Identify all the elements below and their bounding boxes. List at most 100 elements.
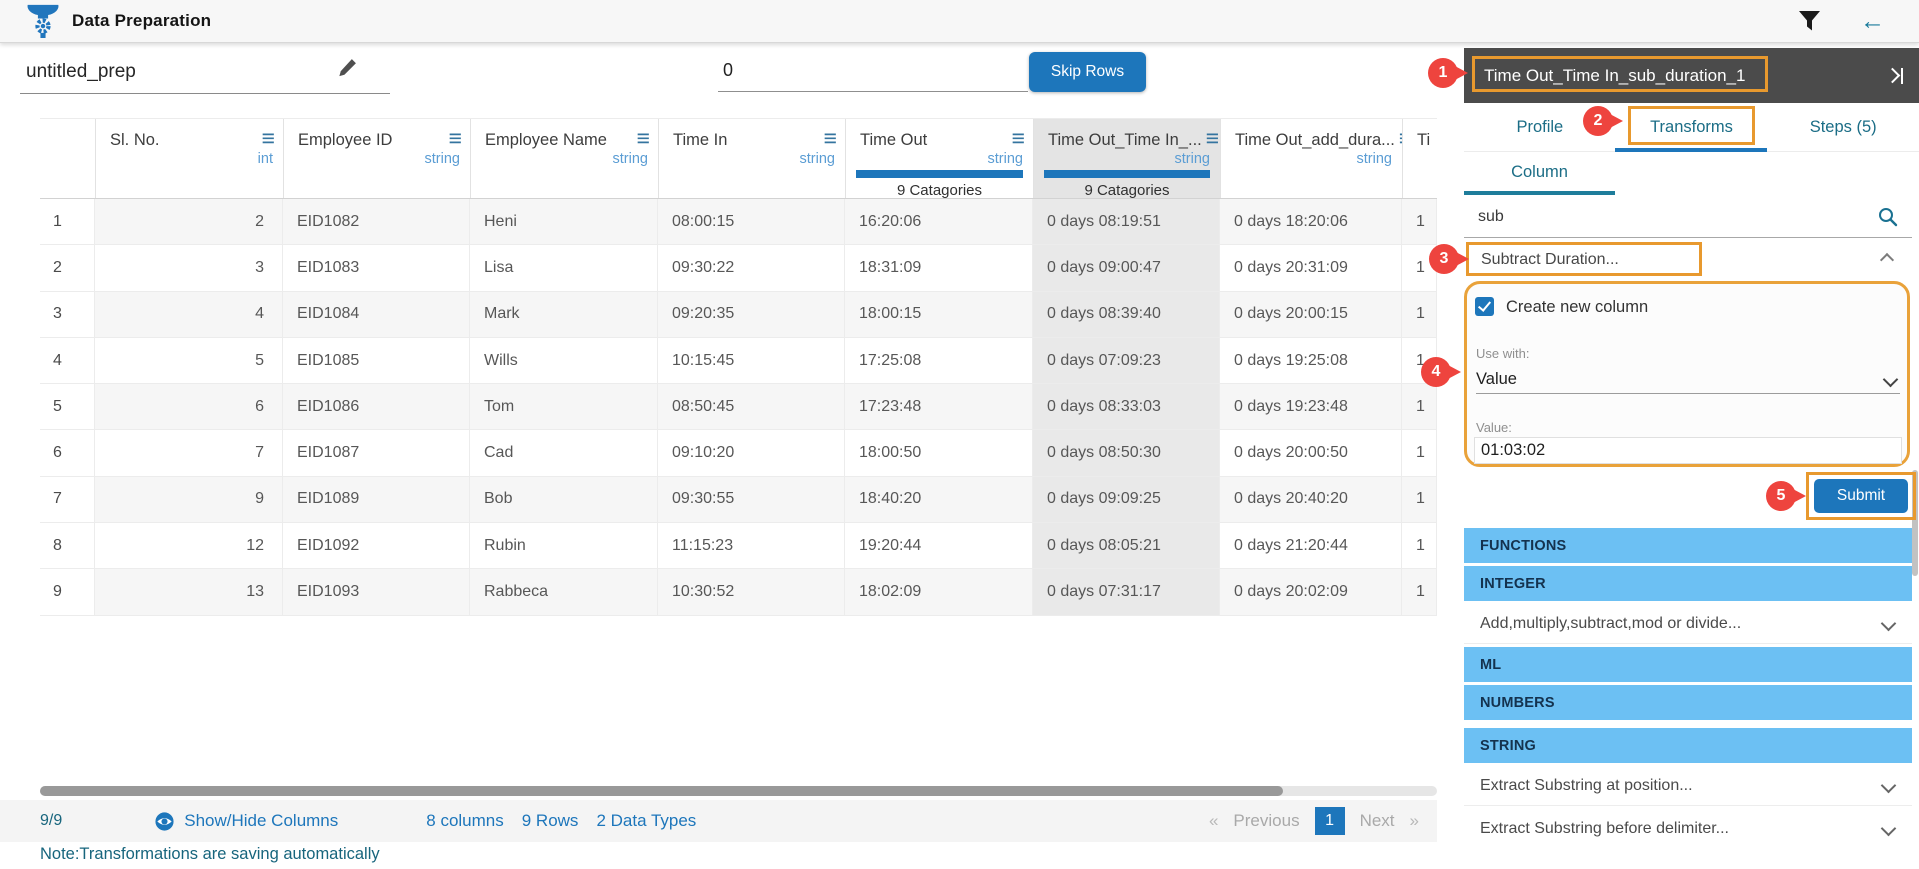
table-cell-time_out_add_dura: 0 days 19:23:48 [1220,384,1402,430]
column-header-time_out[interactable]: Time Out≡string9 Catagories [845,119,1033,198]
transform-item[interactable]: Extract Substring at position... [1464,766,1912,806]
table-cell-employee_id: EID1084 [283,292,470,338]
eye-icon [154,811,175,832]
table-cell-rownum: 6 [40,430,95,476]
table-cell-ti_clipped: 1 [1402,523,1437,569]
column-menu-icon[interactable]: ≡ [262,131,275,146]
column-menu-icon[interactable]: ≡ [824,131,837,146]
use-with-label: Use with: [1476,346,1529,361]
table-cell-employee_id: EID1086 [283,384,470,430]
table-cell-time_out_time_in_sub: 0 days 09:00:47 [1033,245,1220,291]
table-cell-employee_id: EID1092 [283,523,470,569]
table-cell-time_out_add_dura: 0 days 20:00:50 [1220,430,1402,476]
column-distribution-bar [856,170,1023,178]
show-hide-columns-button[interactable]: Show/Hide Columns [154,811,338,832]
column-header-ti_clipped[interactable]: Ti [1402,119,1437,198]
table-cell-time_out_time_in_sub: 0 days 07:31:17 [1033,569,1220,615]
column-header-rownum [40,119,95,198]
transform-item-label: Extract Substring before delimiter... [1480,820,1729,838]
column-header-time_out_time_in_sub[interactable]: Time Out_Time In_...≡string9 Catagories [1033,119,1220,198]
previous-page-button[interactable]: Previous [1233,811,1299,831]
table-cell-employee_name: Mark [470,292,658,338]
create-new-column-checkbox[interactable] [1475,297,1494,316]
panel-header-bar: Time Out_Time In_sub_duration_1 [1464,48,1919,103]
column-header-sl_no[interactable]: Sl. No.≡int [95,119,283,198]
transform-search-input[interactable]: sub [1464,196,1912,238]
panel-scrollbar-thumb[interactable] [1912,470,1918,576]
column-header-name: Employee ID≡ [284,131,470,150]
table-cell-time_out: 17:23:48 [845,384,1033,430]
table-cell-sl_no: 12 [95,523,283,569]
subtract-duration-form: Create new column Use with: Value Value:… [1464,281,1910,467]
transform-item[interactable]: Extract Substring before delimiter... [1464,809,1912,838]
column-header-label: Time Out_add_dura... [1235,131,1395,150]
annotation-balloon-5: 5 [1766,481,1796,511]
column-header-employee_id[interactable]: Employee ID≡string [283,119,470,198]
table-cell-sl_no: 9 [95,477,283,523]
table-cell-employee_name: Heni [470,199,658,245]
column-menu-icon[interactable]: ≡ [449,131,462,146]
table-cell-time_out: 19:20:44 [845,523,1033,569]
subtract-duration-label: Subtract Duration... [1481,251,1619,269]
chevron-up-icon[interactable] [1880,252,1894,266]
collapse-panel-icon[interactable] [1887,68,1903,84]
create-new-column-label: Create new column [1506,298,1648,317]
pagination: « Previous 1 Next » [1209,807,1419,835]
transform-category-numbers[interactable]: NUMBERS [1464,685,1912,720]
chevron-down-icon [1881,821,1897,837]
table-cell-time_out_time_in_sub: 0 days 08:39:40 [1033,292,1220,338]
next-page-button[interactable]: Next [1360,811,1395,831]
table-cell-employee_name: Cad [470,430,658,476]
horizontal-scrollbar-track[interactable] [40,786,1437,796]
back-arrow-icon[interactable]: ← [1860,9,1885,34]
table-cell-time_in: 10:15:45 [658,338,845,384]
current-page-button[interactable]: 1 [1315,807,1345,835]
table-cell-employee_id: EID1087 [283,430,470,476]
table-cell-rownum: 4 [40,338,95,384]
table-cell-employee_name: Lisa [470,245,658,291]
transform-item[interactable]: Add,multiply,subtract,mod or divide... [1464,604,1912,644]
transform-category-string[interactable]: STRING [1464,728,1912,763]
submit-button[interactable]: Submit [1814,479,1908,513]
column-menu-icon[interactable]: ≡ [1012,131,1025,146]
table-row: 913EID1093Rabbeca10:30:5218:02:090 days … [40,569,1437,615]
table-cell-time_out_add_dura: 0 days 20:02:09 [1220,569,1402,615]
search-icon[interactable] [1878,207,1898,227]
duration-value-input[interactable]: 01:03:02 [1474,437,1902,464]
transform-category-integer[interactable]: INTEGER [1464,566,1912,601]
tab-transforms[interactable]: Transforms [1616,103,1768,151]
filter-icon[interactable] [1799,11,1820,31]
table-cell-time_out_add_dura: 0 days 19:25:08 [1220,338,1402,384]
column-header-time_in[interactable]: Time In≡string [658,119,845,198]
use-with-value: Value [1476,370,1517,389]
first-page-arrow[interactable]: « [1209,811,1218,831]
show-hide-columns-label: Show/Hide Columns [184,811,338,831]
transform-category-functions[interactable]: FUNCTIONS [1464,528,1912,563]
prep-name-input[interactable]: untitled_prep [20,50,390,94]
table-cell-time_out: 18:40:20 [845,477,1033,523]
table-cell-time_out_add_dura: 0 days 21:20:44 [1220,523,1402,569]
data-preparation-app: Data Preparation ← untitled_prep 0 Skip … [0,0,1919,869]
table-cell-time_out_time_in_sub: 0 days 08:50:30 [1033,430,1220,476]
table-cell-rownum: 1 [40,199,95,245]
use-with-select[interactable]: Value [1476,366,1900,394]
table-cell-time_out_time_in_sub: 0 days 07:09:23 [1033,338,1220,384]
edit-pencil-icon[interactable] [336,56,360,85]
chevron-down-icon [1883,372,1899,388]
column-menu-icon[interactable]: ≡ [637,131,650,146]
skip-rows-button[interactable]: Skip Rows [1029,52,1146,92]
column-type-label: string [659,151,845,167]
table-cell-ti_clipped: 1 [1402,477,1437,523]
horizontal-scrollbar-thumb[interactable] [40,786,1283,796]
transform-category-ml[interactable]: ML [1464,647,1912,682]
subtract-duration-transform-row[interactable]: Subtract Duration... [1464,239,1912,280]
column-header-employee_name[interactable]: Employee Name≡string [470,119,658,198]
skip-rows-input[interactable]: 0 [718,50,1028,92]
column-header-time_out_add_dura[interactable]: Time Out_add_dura...≡string [1220,119,1402,198]
table-cell-time_out_time_in_sub: 0 days 08:19:51 [1033,199,1220,245]
last-page-arrow[interactable]: » [1410,811,1419,831]
table-cell-employee_id: EID1083 [283,245,470,291]
tab-steps[interactable]: Steps (5) [1767,103,1919,151]
subtab-column[interactable]: Column [1464,152,1615,192]
column-menu-icon[interactable]: ≡ [1206,131,1219,146]
